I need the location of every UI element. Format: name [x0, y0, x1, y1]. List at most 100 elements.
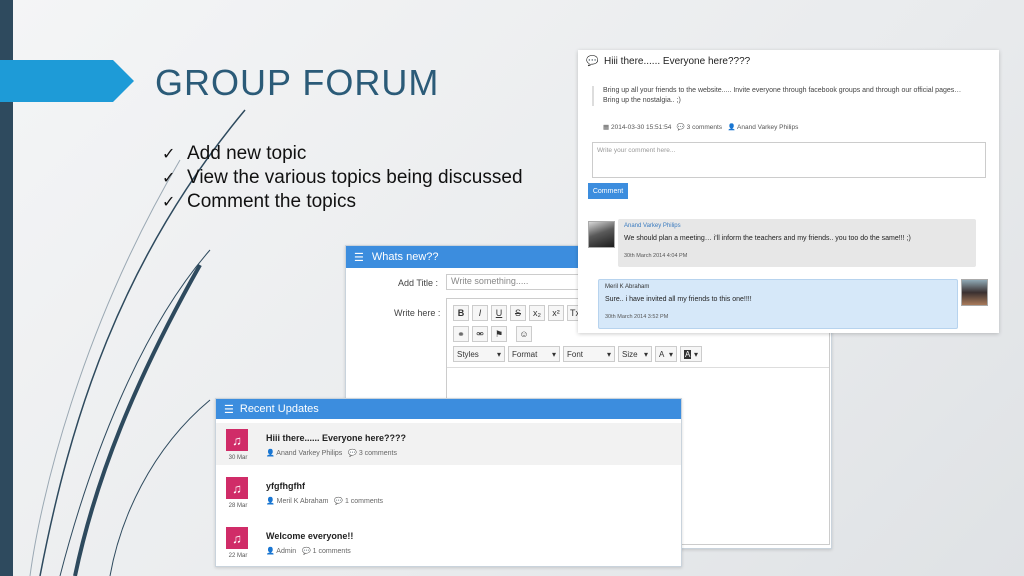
chevron-down-icon: ▾ [668, 349, 673, 359]
feature-text: Comment the topics [187, 191, 356, 212]
topic-author: Anand Varkey Philips [737, 124, 799, 131]
music-note-icon: ♫ [226, 477, 248, 499]
title-arrow [0, 60, 134, 102]
bold-button[interactable]: B [453, 305, 469, 321]
chat-icon: 💬 [586, 56, 599, 67]
item-author: Meril K Abraham [276, 498, 329, 505]
topic-comments: 3 comments [686, 124, 723, 131]
comment-button[interactable]: Comment [588, 183, 628, 199]
feature-item: ✓ View the various topics being discussed [162, 166, 523, 190]
user-icon: 👤 [266, 548, 275, 555]
size-dropdown[interactable]: Size ▾ [618, 346, 652, 362]
item-comments: 1 comments [344, 498, 384, 505]
chevron-down-icon: ▾ [643, 349, 648, 359]
topic-timestamp: 2014-03-30 15:51:54 [610, 124, 672, 131]
size-label: Size [622, 349, 638, 359]
item-comments: 3 comments [358, 450, 397, 457]
item-meta: 👤 Admin 💬 1 comments [266, 547, 351, 555]
comment-input[interactable]: Write your comment here... [592, 142, 986, 178]
styles-dropdown[interactable]: Styles ▾ [453, 346, 505, 362]
styles-label: Styles [457, 349, 479, 359]
item-date: 30 Mar [228, 455, 248, 461]
text-color-label: A [659, 349, 665, 359]
strikethrough-button[interactable]: S [510, 305, 526, 321]
message-text: We should plan a meeting… i'll inform th… [624, 235, 911, 242]
recent-updates-panel: ☰ Recent Updates ♫ 30 Mar Hiii there....… [215, 398, 682, 567]
list-item[interactable]: ♫ 30 Mar Hiii there...... Everyone here?… [216, 423, 681, 465]
item-meta: 👤 Anand Varkey Philips 💬 3 comments [266, 449, 397, 457]
superscript-button[interactable]: x² [548, 305, 564, 321]
insert-toolbar: ⚭ ⚮ ⚑ ☺ [453, 326, 532, 342]
item-title[interactable]: yfgfhgfhf [266, 481, 305, 491]
bg-color-button[interactable]: A ▾ [680, 346, 702, 362]
user-icon: 👤 [266, 498, 275, 505]
avatar [961, 279, 988, 306]
bg-color-label: A [684, 349, 692, 359]
topic-body-line: Bring up the nostalgia.. ;) [603, 97, 681, 104]
chevron-down-icon: ▾ [606, 349, 611, 359]
avatar [588, 221, 615, 248]
message-author: Anand Varkey Philips [624, 223, 681, 229]
comment-icon: 💬 [348, 450, 357, 457]
italic-button[interactable]: I [472, 305, 488, 321]
list-icon: ☰ [354, 251, 364, 264]
item-author: Anand Varkey Philips [276, 450, 343, 457]
unlink-icon[interactable]: ⚮ [472, 326, 488, 342]
comment-message: Meril K Abraham Sure.. i have invited al… [598, 279, 958, 329]
item-title[interactable]: Welcome everyone!! [266, 531, 353, 541]
feature-item: ✓ Add new topic [162, 142, 523, 166]
chevron-down-icon: ▾ [496, 349, 501, 359]
format-dropdown[interactable]: Format ▾ [508, 346, 560, 362]
font-label: Font [567, 349, 584, 359]
topic-body: Bring up all your friends to the website… [592, 86, 1001, 106]
message-author: Meril K Abraham [605, 284, 650, 290]
title-input[interactable]: Write something..... [446, 274, 581, 290]
comment-icon: 💬 [301, 548, 311, 555]
comment-message: Anand Varkey Philips We should plan a me… [618, 219, 976, 267]
item-date: 22 Mar [228, 553, 248, 559]
list-item[interactable]: ♫ 22 Mar Welcome everyone!! 👤 Admin 💬 1 … [216, 521, 681, 563]
calendar-icon: ▦ [603, 124, 610, 131]
user-icon: 👤 [266, 450, 275, 457]
topic-header: 💬 Hiii there...... Everyone here???? [586, 56, 750, 67]
item-title[interactable]: Hiii there...... Everyone here???? [266, 433, 406, 443]
topic-meta: ▦ 2014-03-30 15:51:54 💬 3 comments 👤 Ana… [603, 123, 798, 131]
font-dropdown[interactable]: Font ▾ [563, 346, 615, 362]
topic-title: Hiii there...... Everyone here???? [604, 56, 751, 67]
feature-text: View the various topics being discussed [187, 167, 523, 188]
slide-title: GROUP FORUM [155, 62, 440, 103]
list-item[interactable]: ♫ 28 Mar yfgfhgfhf 👤 Meril K Abraham 💬 1… [216, 471, 681, 513]
music-note-icon: ♫ [226, 429, 248, 451]
feature-item: ✓ Comment the topics [162, 190, 523, 214]
feature-text: Add new topic [187, 143, 307, 164]
item-author: Admin [276, 548, 297, 555]
subscript-button[interactable]: x₂ [529, 305, 545, 321]
list-icon: ☰ [224, 403, 234, 416]
message-date: 30th March 2014 3:52 PM [605, 314, 669, 320]
style-toolbar: Styles ▾ Format ▾ Font ▾ Size ▾ A ▾ A ▾ [453, 346, 702, 362]
item-date: 28 Mar [228, 503, 248, 509]
comment-icon: 💬 [676, 124, 685, 131]
item-meta: 👤 Meril K Abraham 💬 1 comments [266, 497, 383, 505]
user-icon: 👤 [727, 124, 736, 131]
item-comments: 1 comments [312, 548, 351, 555]
checkmark-icon: ✓ [162, 146, 176, 163]
add-title-label: Add Title : [398, 278, 439, 288]
recent-updates-header: ☰ Recent Updates [216, 399, 681, 419]
message-date: 30th March 2014 4:04 PM [624, 253, 688, 259]
flag-icon[interactable]: ⚑ [491, 326, 507, 342]
comment-icon: 💬 [334, 498, 343, 505]
link-icon[interactable]: ⚭ [453, 326, 469, 342]
underline-button[interactable]: U [491, 305, 507, 321]
topic-body-line: Bring up all your friends to the website… [603, 87, 962, 94]
message-text: Sure.. i have invited all my friends to … [605, 296, 752, 303]
recent-updates-title: Recent Updates [239, 403, 319, 415]
checkmark-icon: ✓ [162, 170, 176, 187]
format-label: Format [512, 349, 538, 359]
smiley-icon[interactable]: ☺ [516, 326, 532, 342]
checkmark-icon: ✓ [162, 194, 176, 211]
chevron-down-icon: ▾ [551, 349, 556, 359]
format-toolbar: B I U S x₂ x² Tx [453, 305, 583, 321]
text-color-button[interactable]: A ▾ [655, 346, 677, 362]
music-note-icon: ♫ [226, 527, 248, 549]
